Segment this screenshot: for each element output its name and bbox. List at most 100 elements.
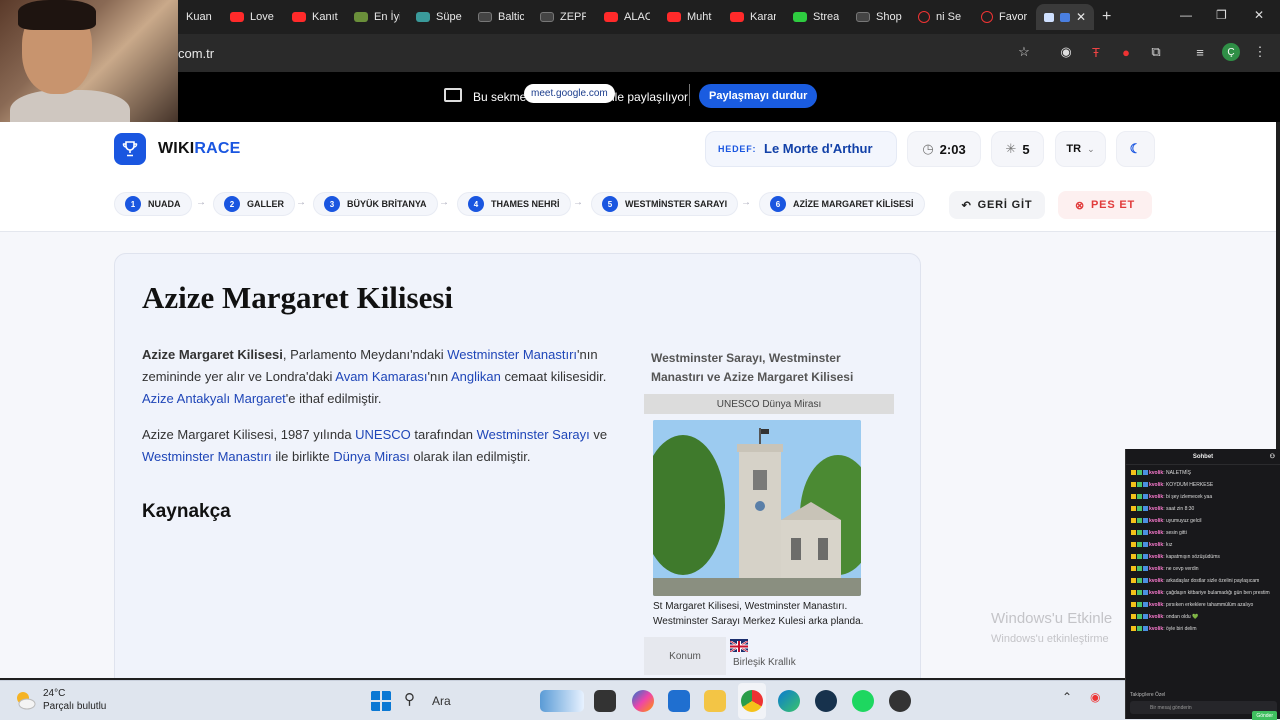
windows-start-icon[interactable] <box>370 690 392 712</box>
app-logo[interactable]: WIKIRACE <box>158 140 241 158</box>
tray-app-icon[interactable]: ◉ <box>1090 690 1112 712</box>
browser-tab[interactable]: Shop <box>856 8 902 26</box>
step-label: AZİZE MARGARET KİLİSESİ <box>793 199 914 209</box>
give-up-button[interactable]: ⊗ PES ET <box>1058 191 1152 219</box>
maximize-icon[interactable]: ❐ <box>1216 8 1227 22</box>
copilot-icon[interactable] <box>632 690 654 712</box>
browser-tab[interactable]: Love <box>230 8 276 26</box>
browser-tab[interactable]: ni Se <box>918 8 964 26</box>
search-highlight-icon[interactable] <box>540 690 584 712</box>
article-text: ve <box>589 427 608 442</box>
browser-tab[interactable]: Muht <box>667 8 713 26</box>
extension-icon[interactable]: ● <box>1118 44 1134 60</box>
chat-username[interactable]: kvolik <box>1149 578 1163 584</box>
breadcrumb-step-current[interactable]: 6 AZİZE MARGARET KİLİSESİ <box>759 192 925 216</box>
target-article-box[interactable]: HEDEF: Le Morte d'Arthur <box>705 131 897 167</box>
wiki-link[interactable]: Westminster Manastırı <box>142 449 272 464</box>
browser-tab[interactable]: ZEPP <box>540 8 586 26</box>
close-tab-icon[interactable]: ✕ <box>1076 10 1086 24</box>
chat-username[interactable]: kvolik <box>1149 470 1163 476</box>
theme-toggle[interactable]: ☾ <box>1116 131 1155 167</box>
chat-username[interactable]: kvolik <box>1149 554 1163 560</box>
chat-username[interactable]: kvolik <box>1149 506 1163 512</box>
search-icon[interactable]: ⚲ <box>404 690 426 712</box>
weather-description[interactable]: Parçalı bulutlu <box>43 701 106 712</box>
stream-chat-overlay: Sohbet ⚇ kvolik: NALETMİŞ kvolik: KOYDUM H… <box>1125 449 1280 720</box>
browser-tab[interactable]: Strea <box>793 8 839 26</box>
chrome-icon[interactable] <box>741 690 763 712</box>
chat-username[interactable]: kvolik <box>1149 590 1163 596</box>
browser-tab[interactable]: Baltic <box>478 8 524 26</box>
step-number: 6 <box>770 196 786 212</box>
steam-icon[interactable] <box>815 690 837 712</box>
chat-username[interactable]: kvolik <box>1149 518 1163 524</box>
breadcrumb-step[interactable]: 5 WESTMİNSTER SARAYI <box>591 192 739 216</box>
wiki-link[interactable]: Anglikan <box>451 369 501 384</box>
badge-icon <box>1137 626 1142 632</box>
timer-display: ◷ 2:03 <box>907 131 981 167</box>
badge-icon <box>1131 566 1136 572</box>
extensions-puzzle-icon[interactable]: ⧉ <box>1148 44 1164 60</box>
close-window-icon[interactable]: ✕ <box>1254 8 1264 22</box>
extension-icon[interactable]: Ŧ <box>1088 44 1104 60</box>
wiki-link[interactable]: Azize Antakyalı Margaret <box>142 391 286 406</box>
chat-send-button[interactable]: Gönder <box>1252 711 1277 720</box>
wiki-link[interactable]: Westminster Sarayı <box>477 427 590 442</box>
task-view-icon[interactable] <box>594 690 616 712</box>
taskbar-search[interactable]: Ara <box>432 694 451 708</box>
go-back-button[interactable]: ↶ GERİ GİT <box>949 191 1045 219</box>
breadcrumb-step[interactable]: 4 THAMES NEHRİ <box>457 192 571 216</box>
article-paragraph: Azize Margaret Kilisesi, 1987 yılında UN… <box>142 424 627 468</box>
chat-username[interactable]: kvolik <box>1149 542 1163 548</box>
chat-message: kvolik: uyumuyuz gelcil <box>1131 518 1277 525</box>
webcam-person <box>18 0 96 30</box>
wiki-link[interactable]: Dünya Mirası <box>333 449 410 464</box>
browser-tab[interactable]: Karar <box>730 8 776 26</box>
infobox-value[interactable]: Birleşik Krallık <box>733 657 796 668</box>
app-icon[interactable] <box>889 690 911 712</box>
chat-username[interactable]: kvolik <box>1149 626 1163 632</box>
url-text[interactable]: com.tr <box>178 46 214 61</box>
chevron-up-icon[interactable]: ⌃ <box>1062 690 1084 712</box>
media-control-icon[interactable]: ≡ <box>1192 44 1208 60</box>
breadcrumb-step[interactable]: 3 BÜYÜK BRİTANYA <box>313 192 438 216</box>
minimize-icon[interactable]: — <box>1180 8 1192 22</box>
youtube-icon <box>604 12 618 22</box>
language-value: TR <box>1066 143 1082 155</box>
spotify-icon[interactable] <box>852 690 874 712</box>
chat-username[interactable]: kvolik <box>1149 614 1163 620</box>
stop-sharing-button[interactable]: Paylaşmayı durdur <box>699 84 818 108</box>
breadcrumb-step[interactable]: 1 NUADA <box>114 192 192 216</box>
new-tab-button[interactable]: + <box>1102 8 1111 26</box>
browser-tab[interactable]: Süpe <box>416 8 462 26</box>
wiki-link[interactable]: UNESCO <box>355 427 411 442</box>
chat-username[interactable]: kvolik <box>1149 566 1163 572</box>
chat-message: kvolik: arkadaşlar dostlar sizle özelini… <box>1131 578 1277 585</box>
users-icon[interactable]: ⚇ <box>1270 453 1275 460</box>
edge-icon[interactable] <box>778 690 800 712</box>
bookmark-star-icon[interactable]: ☆ <box>1016 44 1032 60</box>
weather-temperature[interactable]: 24°C <box>43 688 65 699</box>
chat-username[interactable]: kvolik <box>1149 602 1163 608</box>
extension-icon[interactable]: ◉ <box>1058 44 1074 60</box>
profile-avatar[interactable]: Ç <box>1222 43 1240 61</box>
chat-username[interactable]: kvolik <box>1149 530 1163 536</box>
browser-tab[interactable]: Kuan <box>186 8 222 26</box>
file-explorer-icon[interactable] <box>704 690 726 712</box>
chat-message: kvolik: ondan oldu 💚 <box>1131 614 1277 621</box>
breadcrumb-step[interactable]: 2 GALLER <box>213 192 295 216</box>
language-select[interactable]: TR ⌄ <box>1055 131 1106 167</box>
browser-tab[interactable]: Kanıt <box>292 8 338 26</box>
wiki-link[interactable]: Avam Kamarası <box>335 369 427 384</box>
menu-kebab-icon[interactable]: ⋮ <box>1252 44 1268 60</box>
browser-tab[interactable]: Favor <box>981 8 1027 26</box>
step-number: 5 <box>602 196 618 212</box>
active-browser-tab[interactable]: ✕ <box>1036 4 1094 30</box>
browser-tab[interactable]: ALAC <box>604 8 650 26</box>
church-photo[interactable] <box>653 420 861 596</box>
wiki-link[interactable]: Westminster Manastırı <box>447 347 577 362</box>
browser-tab[interactable]: En İyi <box>354 8 400 26</box>
chat-username[interactable]: kvolik <box>1149 494 1163 500</box>
outlook-icon[interactable] <box>668 690 690 712</box>
chat-username[interactable]: kvolik <box>1149 482 1163 488</box>
